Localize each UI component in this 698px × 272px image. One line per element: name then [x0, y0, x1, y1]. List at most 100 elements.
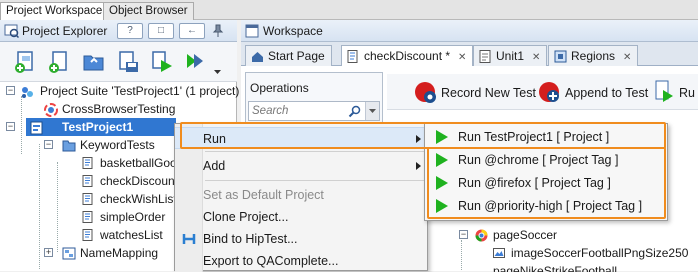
menu-item-clone-project[interactable]: Clone Project...	[175, 206, 427, 228]
maximize-button[interactable]: □	[148, 23, 174, 39]
tab-object-browser[interactable]: Object Browser	[103, 2, 194, 20]
keyword-test-icon	[82, 211, 93, 223]
menu-item-bind-hiptest[interactable]: Bind to HipTest...	[175, 228, 427, 250]
tree-item-pagesoccer[interactable]: − pageSoccer	[421, 226, 698, 244]
explorer-toolbar	[0, 42, 237, 82]
tab-regions[interactable]: Regions ✕	[548, 45, 639, 66]
run-project-icon[interactable]	[150, 50, 174, 74]
operations-search-input[interactable]: Search	[248, 101, 380, 121]
record-icon	[415, 82, 436, 103]
tree-item-label: TestProject1	[62, 120, 134, 134]
tree-item-label: CrossBrowserTesting	[62, 102, 176, 116]
collapse-icon[interactable]: −	[6, 122, 15, 131]
menu-item-label: Set as Default Project	[203, 188, 324, 202]
tree-item-testproject1[interactable]: − TestProject1	[6, 118, 176, 136]
menu-item-label: Bind to HipTest...	[203, 232, 298, 246]
run-test-button[interactable]: Ru	[655, 79, 698, 105]
close-icon[interactable]: ✕	[532, 52, 540, 63]
close-icon[interactable]: ✕	[623, 52, 631, 63]
project-explorer-header: Project Explorer ? □ ←	[0, 20, 237, 42]
new-item-icon[interactable]	[48, 50, 72, 74]
tab-label: Regions	[571, 49, 616, 63]
chevron-down-icon[interactable]	[214, 70, 222, 76]
crossbrowsertesting-icon	[44, 103, 58, 117]
project-suite-icon	[22, 87, 33, 98]
keyword-test-icon	[82, 193, 93, 205]
document-tab-bar: Start Page checkDiscount * ✕ Unit1 ✕ Regio…	[241, 42, 698, 66]
workspace-title: Workspace	[263, 24, 323, 38]
pin-icon[interactable]	[212, 24, 224, 38]
tree-item-label: imageSoccerFootballPngSize250	[511, 246, 689, 260]
top-tab-bar: Project Workspace Object Browser	[0, 0, 698, 20]
folder-icon	[62, 140, 76, 152]
run-test-icon	[655, 80, 673, 102]
image-icon	[493, 248, 505, 258]
keyword-test-icon	[347, 50, 358, 63]
tree-item-project-suite[interactable]: − Project Suite 'TestProject1' (1 projec…	[0, 82, 240, 100]
search-dropdown-button[interactable]	[365, 102, 379, 120]
tree-item-label: checkWishList	[100, 192, 177, 206]
search-icon[interactable]	[348, 105, 361, 118]
menu-item-label: Add	[203, 159, 226, 173]
expand-icon[interactable]: +	[44, 248, 53, 257]
chevron-down-icon	[369, 109, 376, 113]
operations-title: Operations	[250, 81, 309, 95]
menu-item-add[interactable]: Add	[175, 155, 427, 177]
name-mapping-icon	[62, 247, 76, 260]
keyword-test-icon	[82, 229, 93, 241]
close-icon[interactable]: ✕	[458, 52, 466, 63]
tab-label: checkDiscount *	[364, 49, 451, 63]
tree-item-imagesoccer[interactable]: imageSoccerFootballPngSize250	[421, 244, 698, 262]
tree-item-label: checkDiscount	[100, 174, 179, 188]
run-test-label: Ru	[679, 86, 695, 100]
tree-item-label: simpleOrder	[100, 210, 166, 224]
chrome-icon	[475, 229, 488, 242]
hiptest-icon	[182, 234, 196, 244]
script-unit-icon	[479, 50, 491, 63]
open-folder-icon[interactable]	[82, 50, 106, 74]
menu-separator	[205, 151, 425, 152]
tab-label: Start Page	[268, 49, 325, 63]
tree-item-label: pageSoccer	[493, 228, 558, 242]
tree-item-label: NameMapping	[80, 246, 159, 260]
new-project-suite-icon[interactable]	[14, 50, 38, 74]
append-to-test-button[interactable]: Append to Test	[537, 79, 659, 105]
highlight-project-tags	[427, 147, 666, 219]
keyword-test-icon	[82, 175, 93, 187]
collapse-icon[interactable]: −	[44, 140, 53, 149]
tree-item-crossbrowsertesting[interactable]: CrossBrowserTesting	[0, 100, 237, 118]
recording-toolbar: Record New Test Append to Test Ru	[387, 74, 698, 110]
tree-item-label: Project Suite 'TestProject1' (1 project)	[40, 84, 240, 98]
collapse-icon[interactable]: −	[459, 230, 468, 239]
tab-label: Unit1	[496, 49, 525, 63]
append-to-test-label: Append to Test	[565, 86, 649, 100]
project-icon	[30, 121, 43, 135]
tab-project-workspace[interactable]: Project Workspace	[0, 2, 109, 20]
tab-unit1[interactable]: Unit1 ✕	[473, 45, 548, 66]
save-icon[interactable]	[116, 50, 140, 74]
project-explorer-title: Project Explorer	[22, 24, 108, 38]
project-explorer-icon	[4, 24, 19, 38]
home-icon	[252, 52, 263, 62]
submenu-arrow-icon	[416, 162, 421, 170]
keyword-test-icon	[82, 157, 93, 169]
tree-item-label: KeywordTests	[80, 138, 155, 152]
tab-checkdiscount[interactable]: checkDiscount * ✕	[341, 45, 474, 66]
workspace-header: Workspace	[241, 20, 698, 42]
tree-item-label: watchesList	[100, 228, 163, 242]
run-dropdown-icon[interactable]	[184, 50, 208, 74]
append-icon	[539, 82, 559, 102]
menu-separator	[205, 180, 425, 181]
tab-start-page[interactable]: Start Page	[245, 45, 332, 66]
collapse-icon[interactable]: −	[6, 86, 15, 95]
record-new-test-label: Record New Test	[441, 86, 536, 100]
menu-item-label: Clone Project...	[203, 210, 289, 224]
workspace-icon	[245, 24, 259, 38]
record-new-test-button[interactable]: Record New Test	[413, 79, 536, 105]
menu-item-set-default-project[interactable]: Set as Default Project	[175, 184, 427, 206]
help-button[interactable]: ?	[117, 23, 143, 39]
undock-button[interactable]: ←	[179, 23, 205, 39]
highlight-run-row	[180, 122, 666, 149]
menu-item-export-qacomplete[interactable]: Export to QAComplete...	[175, 250, 427, 272]
regions-icon	[554, 50, 567, 63]
